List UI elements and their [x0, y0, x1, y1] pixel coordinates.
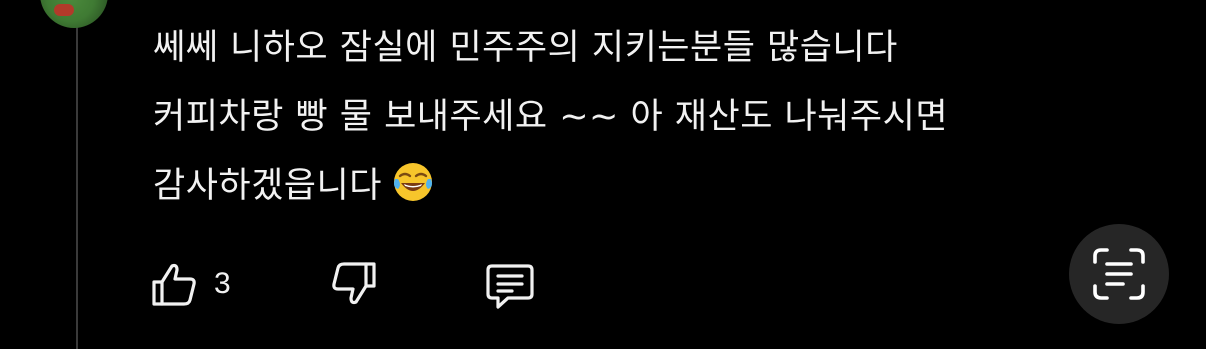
comment-text: 쎄쎄 니하오 잠실에 민주주의 지키는분들 많습니다 커피차랑 빵 물 보내주세… [153, 14, 1053, 221]
comment-line: 감사하겠읍니다 [153, 152, 1053, 221]
thread-line [76, 16, 78, 349]
thumbs-down-icon [328, 258, 380, 310]
like-count: 3 [214, 267, 231, 300]
reply-button[interactable] [482, 258, 538, 314]
avatar[interactable] [40, 0, 108, 28]
comment-line: 커피차랑 빵 물 보내주세요 ~~ 아 재산도 나눠주시면 [153, 97, 949, 137]
dislike-button[interactable] [328, 258, 380, 310]
comment-icon [482, 258, 538, 314]
like-button[interactable]: 3 [148, 258, 231, 310]
thumbs-up-icon [148, 258, 200, 310]
comment-line-text: 감사하겠읍니다 [153, 166, 382, 206]
scan-text-icon [1091, 246, 1147, 302]
laughing-tears-emoji-icon [392, 158, 434, 201]
comment-line: 쎄쎄 니하오 잠실에 민주주의 지키는분들 많습니다 [153, 28, 898, 68]
scan-text-button[interactable] [1069, 224, 1169, 324]
